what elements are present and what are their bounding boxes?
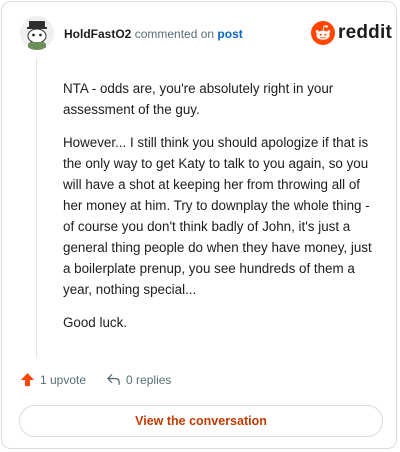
reply-button[interactable]: 0 replies [106,372,171,387]
reddit-logo[interactable]: reddit [311,21,392,45]
upvote-button[interactable]: 1 upvote [20,372,86,387]
reddit-logo-icon [311,21,335,45]
comment-header: HoldFastO2 commented on post [64,27,243,41]
action-text: commented on [134,27,215,41]
post-link[interactable]: post [217,27,242,41]
reddit-wordmark: reddit [338,22,392,43]
comment-paragraph: However... I still think you should apol… [63,135,372,297]
view-conversation-button[interactable]: View the conversation [19,405,383,437]
avatar-icon [27,21,47,50]
thread-line [36,58,37,358]
comment-paragraph: NTA - odds are, you're absolutely right … [63,81,334,117]
comment-actions: 1 upvote 0 replies [20,372,171,387]
upvote-arrow-icon [20,372,35,387]
reply-count: 0 replies [126,372,172,387]
reply-arrow-icon [107,374,120,385]
avatar[interactable] [20,16,54,50]
comment-body: NTA - odds are, you're absolutely right … [63,78,381,345]
comment-embed-card: HoldFastO2 commented on post reddit NTA … [1,1,397,449]
upvote-count: 1 upvote [40,372,87,387]
username[interactable]: HoldFastO2 [64,27,131,41]
comment-paragraph: Good luck. [63,315,128,330]
